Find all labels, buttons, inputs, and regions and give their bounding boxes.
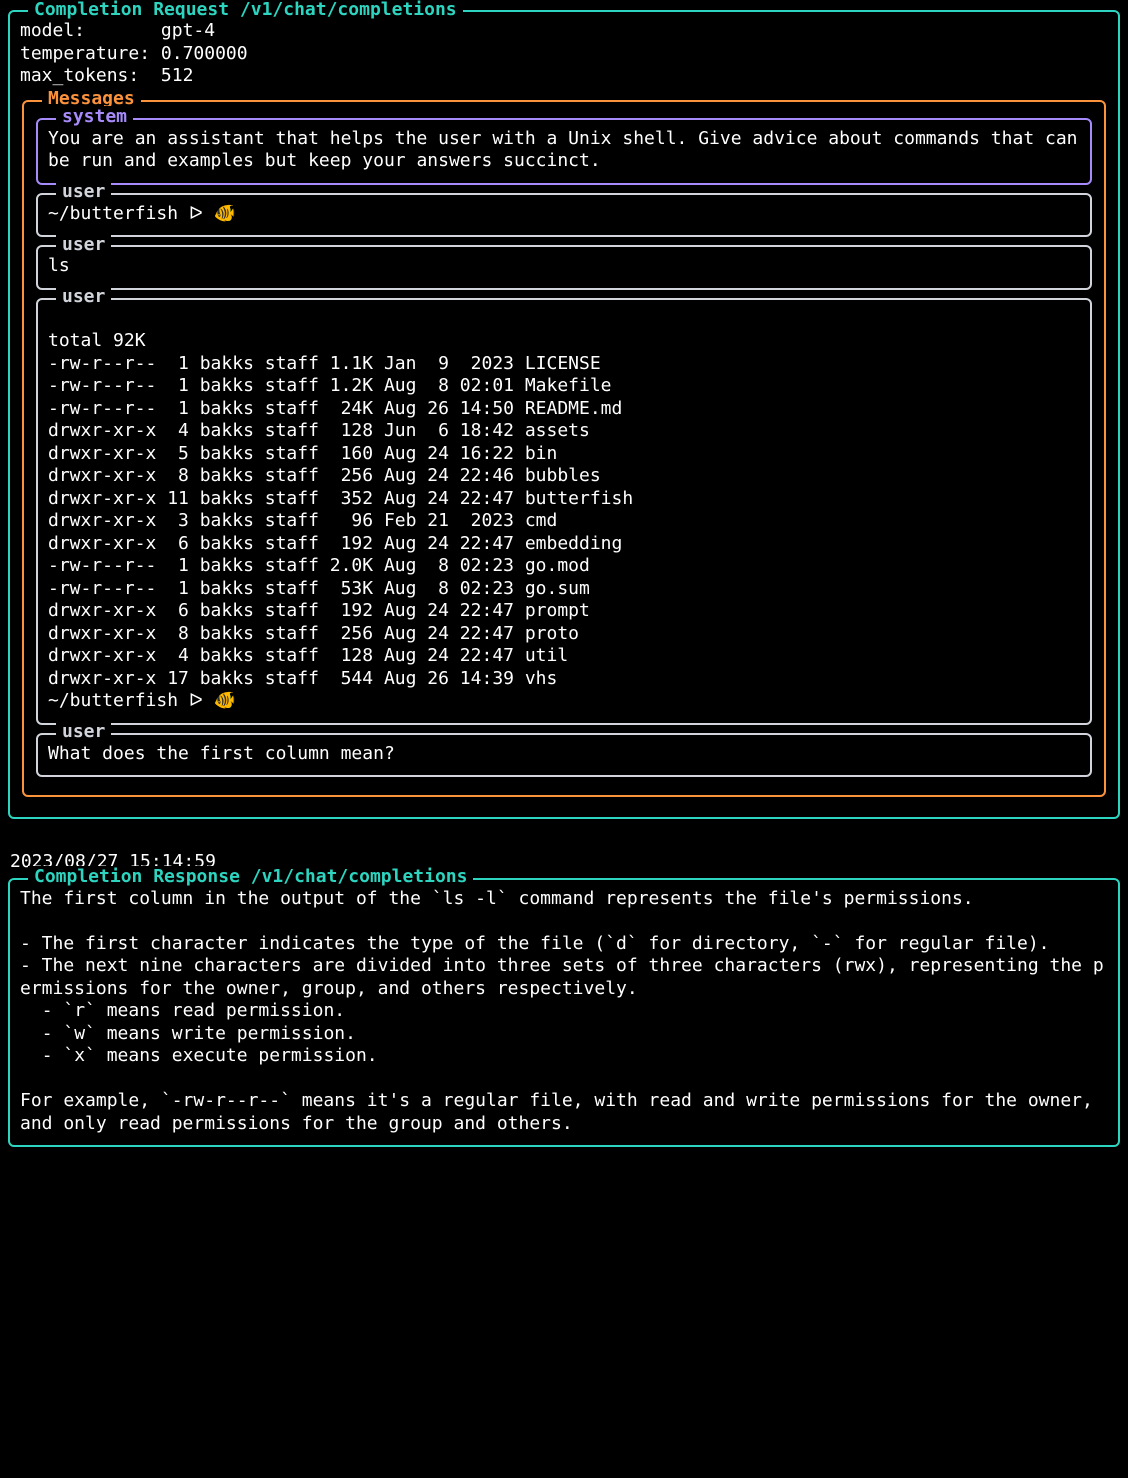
param-temperature-value: 0.700000 (161, 43, 248, 64)
message-content: You are an assistant that helps the user… (48, 128, 1080, 173)
message-role-label: user (56, 234, 111, 257)
messages-panel: Messages system You are an assistant tha… (22, 100, 1106, 798)
message-role-label: user (56, 286, 111, 309)
param-max-tokens-label: max_tokens: (20, 65, 139, 86)
param-model-label: model: (20, 20, 85, 41)
completion-request-title: Completion Request /v1/chat/completions (28, 0, 463, 21)
message-role-label: user (56, 721, 111, 744)
message-role-label: user (56, 181, 111, 204)
message-user: user What does the first column mean? (36, 733, 1092, 778)
message-content: total 92K -rw-r--r-- 1 bakks staff 1.1K … (48, 308, 1080, 713)
param-max-tokens-value: 512 (161, 65, 194, 86)
message-user: user total 92K -rw-r--r-- 1 bakks staff … (36, 298, 1092, 725)
param-temperature-label: temperature: (20, 43, 150, 64)
completion-request-panel: Completion Request /v1/chat/completions … (8, 10, 1120, 819)
message-role-label: system (56, 106, 133, 129)
completion-response-panel: Completion Response /v1/chat/completions… (8, 878, 1120, 1148)
message-system: system You are an assistant that helps t… (36, 118, 1092, 185)
message-content: What does the first column mean? (48, 743, 1080, 766)
param-temperature: temperature: 0.700000 (20, 43, 1108, 66)
completion-response-title: Completion Response /v1/chat/completions (28, 866, 473, 889)
message-user: user ls (36, 245, 1092, 290)
param-model: model: gpt-4 (20, 20, 1108, 43)
message-user: user ~/butterfish ᐅ 🐠 (36, 193, 1092, 238)
response-content: The first column in the output of the `l… (20, 888, 1108, 1136)
message-content: ~/butterfish ᐅ 🐠 (48, 203, 1080, 226)
message-content: ls (48, 255, 1080, 278)
param-max-tokens: max_tokens: 512 (20, 65, 1108, 88)
param-model-value: gpt-4 (161, 20, 215, 41)
